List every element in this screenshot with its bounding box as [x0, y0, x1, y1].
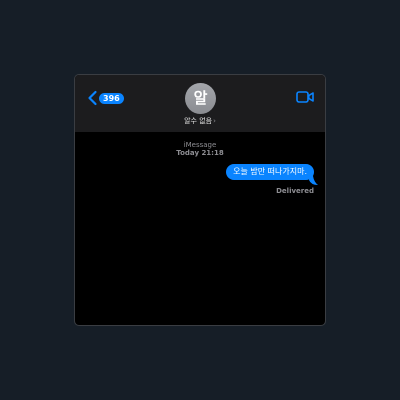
messages-window: 396 알 알수 없음› iMessage Today 21:18 오늘 밤만 …	[74, 74, 326, 326]
contact-avatar[interactable]: 알	[185, 83, 216, 114]
video-camera-icon[interactable]	[296, 91, 314, 103]
back-button[interactable]: 396	[86, 90, 124, 106]
bubble-tail	[309, 176, 318, 185]
service-label: iMessage	[183, 141, 217, 149]
chevron-left-icon	[88, 90, 97, 106]
unread-count-badge: 396	[99, 92, 124, 104]
chevron-right-icon: ›	[213, 117, 216, 125]
contact-name-button[interactable]: 알수 없음›	[75, 117, 325, 126]
delivery-status: Delivered	[276, 187, 314, 195]
timestamp: Today 21:18	[176, 149, 224, 157]
outgoing-message-bubble[interactable]: 오늘 밤만 떠나가지마.	[226, 164, 314, 180]
contact-name: 알수 없음	[184, 117, 213, 125]
conversation-meta: iMessage Today 21:18	[75, 141, 325, 157]
conversation-header: 396 알 알수 없음›	[75, 75, 325, 132]
